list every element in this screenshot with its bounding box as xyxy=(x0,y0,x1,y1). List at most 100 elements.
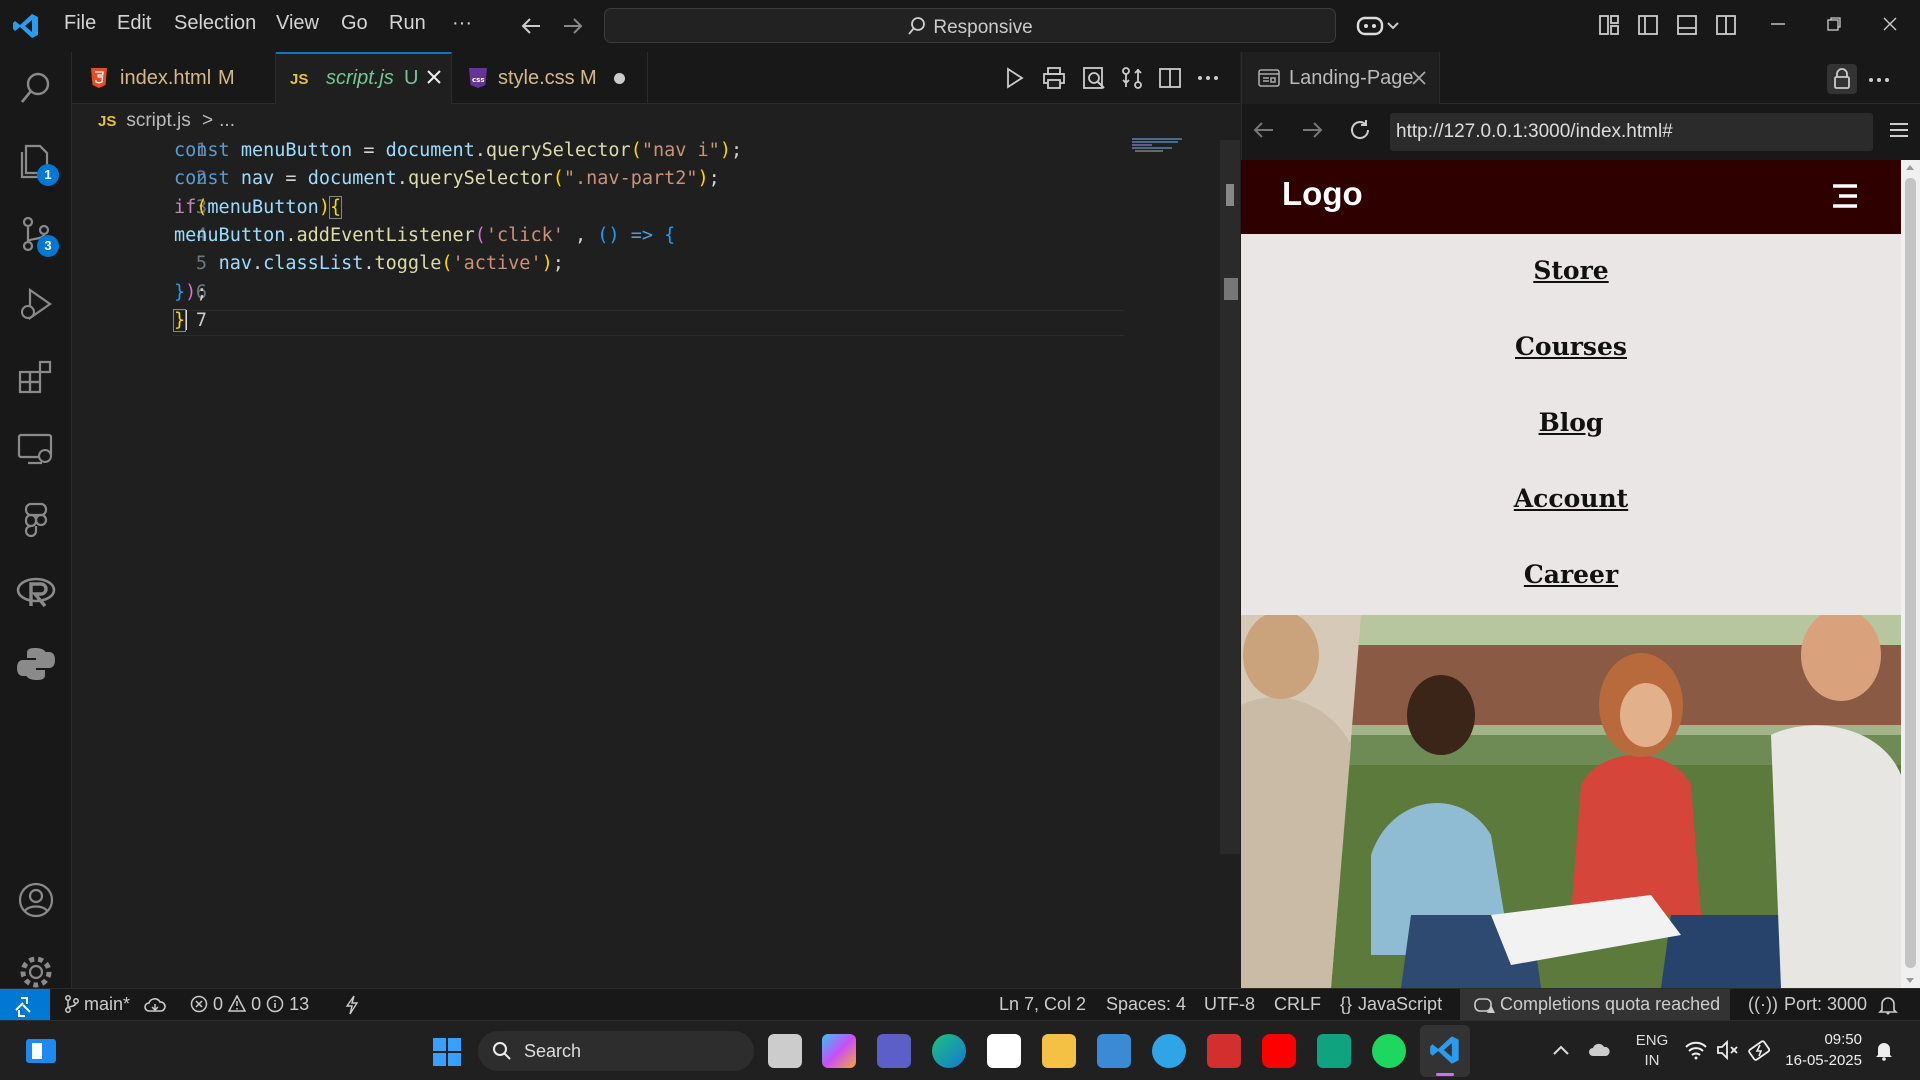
menu-view[interactable]: View xyxy=(276,12,319,35)
bell-icon[interactable] xyxy=(1878,995,1898,1015)
lightning-icon[interactable] xyxy=(344,995,360,1015)
notification-bell-icon[interactable] xyxy=(1874,1039,1894,1061)
more-actions-icon[interactable] xyxy=(1196,66,1220,90)
toggle-primary-sidebar-icon[interactable] xyxy=(1637,14,1659,36)
problems-status[interactable]: 0 0 13 xyxy=(190,994,309,1015)
hamburger-menu-icon[interactable] xyxy=(1831,183,1859,209)
language-mode[interactable]: {} JavaScript xyxy=(1340,994,1442,1015)
scrollbar-thumb[interactable] xyxy=(1226,184,1234,206)
nav-link-career[interactable]: Career xyxy=(1241,560,1901,589)
menu-run[interactable]: Run xyxy=(389,12,426,35)
completions-quota[interactable]: Completions quota reached xyxy=(1460,989,1730,1021)
live-server-port[interactable]: ((·)) Port: 3000 xyxy=(1748,994,1867,1015)
input-language[interactable]: ENG IN xyxy=(1632,1031,1672,1071)
close-window-icon[interactable] xyxy=(1882,16,1898,32)
customize-layout-icon[interactable] xyxy=(1598,14,1620,36)
task-view-icon[interactable] xyxy=(768,1034,802,1068)
figma-icon[interactable] xyxy=(14,498,58,542)
accounts-icon[interactable] xyxy=(14,878,58,922)
split-editor-icon[interactable] xyxy=(1158,66,1182,90)
file-explorer-icon[interactable] xyxy=(1042,1034,1076,1068)
preview-search-icon[interactable] xyxy=(1082,66,1106,90)
minimize-icon[interactable] xyxy=(1770,16,1786,32)
volume-muted-icon[interactable] xyxy=(1716,1039,1740,1061)
python-icon[interactable] xyxy=(14,642,58,686)
close-icon[interactable] xyxy=(1412,71,1426,85)
r-language-icon[interactable] xyxy=(14,570,58,614)
mylio-icon[interactable] xyxy=(1097,1034,1131,1068)
code-line-5[interactable]: nav.classList.toggle('active'); xyxy=(174,253,564,274)
menu-edit[interactable]: Edit xyxy=(117,12,151,35)
chevron-up-icon[interactable] xyxy=(1552,1043,1570,1057)
copilot-app-icon[interactable] xyxy=(822,1034,856,1068)
code-line-1[interactable]: const menuButton = document.querySelecto… xyxy=(174,140,742,161)
indentation[interactable]: Spaces: 4 xyxy=(1106,994,1186,1015)
editor-scrollbar[interactable] xyxy=(1220,140,1240,854)
youtube-icon[interactable] xyxy=(1262,1034,1296,1068)
toggle-secondary-sidebar-icon[interactable] xyxy=(1715,14,1737,36)
remote-indicator[interactable] xyxy=(0,989,50,1021)
print-icon[interactable] xyxy=(1042,66,1066,90)
tab-style-css[interactable]: css style.css M xyxy=(452,52,648,104)
vscode-taskbar-button[interactable] xyxy=(1420,1025,1470,1077)
nav-link-store[interactable]: Store xyxy=(1241,256,1901,285)
battery-charging-icon[interactable] xyxy=(1748,1039,1772,1061)
nav-link-blog[interactable]: Blog xyxy=(1241,408,1901,437)
copilot-icon[interactable] xyxy=(1356,12,1402,38)
browser-forward-icon[interactable] xyxy=(1300,118,1324,142)
url-bar[interactable]: http://127.0.0.1:3000/index.html# xyxy=(1390,113,1873,151)
cursor-position[interactable]: Ln 7, Col 2 xyxy=(999,994,1086,1015)
tab-script-js[interactable]: JS script.js U xyxy=(276,52,452,104)
edge-icon[interactable] xyxy=(932,1034,966,1068)
code-line-3[interactable]: if(menuButton){ xyxy=(174,196,343,219)
code-line-2[interactable]: const nav = document.querySelector(".nav… xyxy=(174,168,720,189)
clock[interactable]: 09:50 16-05-2025 xyxy=(1782,1029,1862,1071)
unsaved-dot-icon[interactable] xyxy=(614,73,625,84)
reload-icon[interactable] xyxy=(1348,118,1372,142)
run-debug-icon[interactable] xyxy=(14,282,58,326)
compare-changes-icon[interactable] xyxy=(1120,66,1144,90)
menu-file[interactable]: File xyxy=(64,12,96,35)
taskbar-search[interactable]: Search xyxy=(478,1031,754,1071)
teams-icon[interactable] xyxy=(877,1034,911,1068)
nav-link-account[interactable]: Account xyxy=(1241,484,1901,513)
site-logo[interactable]: Logo xyxy=(1282,175,1363,213)
remote-explorer-icon[interactable] xyxy=(14,426,58,470)
menu-go[interactable]: Go xyxy=(341,12,368,35)
spotify-icon[interactable] xyxy=(1372,1034,1406,1068)
mcafee-icon[interactable] xyxy=(1207,1034,1241,1068)
encoding[interactable]: UTF-8 xyxy=(1204,994,1255,1015)
site-scrollbar[interactable] xyxy=(1901,160,1920,988)
code-line-7[interactable]: } xyxy=(172,309,188,332)
extensions-icon[interactable] xyxy=(14,354,58,398)
lock-icon[interactable] xyxy=(1827,64,1857,94)
toggle-panel-icon[interactable] xyxy=(1676,14,1698,36)
browser-back-icon[interactable] xyxy=(1252,118,1276,142)
sync-cloud-icon[interactable] xyxy=(144,996,166,1014)
onedrive-icon[interactable] xyxy=(1588,1039,1612,1061)
menu-selection[interactable]: Selection xyxy=(174,12,256,35)
search-icon[interactable] xyxy=(14,66,58,110)
breadcrumb[interactable]: JS script.js >... xyxy=(98,110,235,132)
widgets-icon[interactable] xyxy=(24,1033,58,1067)
back-arrow-icon[interactable] xyxy=(520,14,544,38)
breadcrumb-file[interactable]: script.js xyxy=(126,110,190,131)
chatgpt-icon[interactable] xyxy=(1317,1034,1351,1068)
breadcrumb-rest[interactable]: ... xyxy=(219,110,235,131)
minimap[interactable] xyxy=(1132,138,1186,154)
nav-link-courses[interactable]: Courses xyxy=(1241,332,1901,361)
menu-more[interactable]: ··· xyxy=(452,12,472,35)
browser-menu-icon[interactable] xyxy=(1888,120,1910,140)
tab-landing-page[interactable]: Landing-Page xyxy=(1242,52,1440,104)
more-actions-icon[interactable] xyxy=(1867,68,1891,92)
help-icon[interactable] xyxy=(1152,1034,1186,1068)
forward-arrow-icon[interactable] xyxy=(560,14,584,38)
restore-icon[interactable] xyxy=(1826,16,1842,32)
store-icon[interactable] xyxy=(987,1034,1021,1068)
branch-status[interactable]: main* xyxy=(64,994,130,1015)
command-center[interactable]: Responsive xyxy=(604,8,1336,43)
code-editor[interactable]: 1 2 3 4 5 6 7 const menuButton = documen… xyxy=(72,132,1240,988)
line-endings[interactable]: CRLF xyxy=(1274,994,1321,1015)
code-line-6[interactable]: }); xyxy=(174,282,207,303)
wifi-icon[interactable] xyxy=(1684,1039,1708,1061)
